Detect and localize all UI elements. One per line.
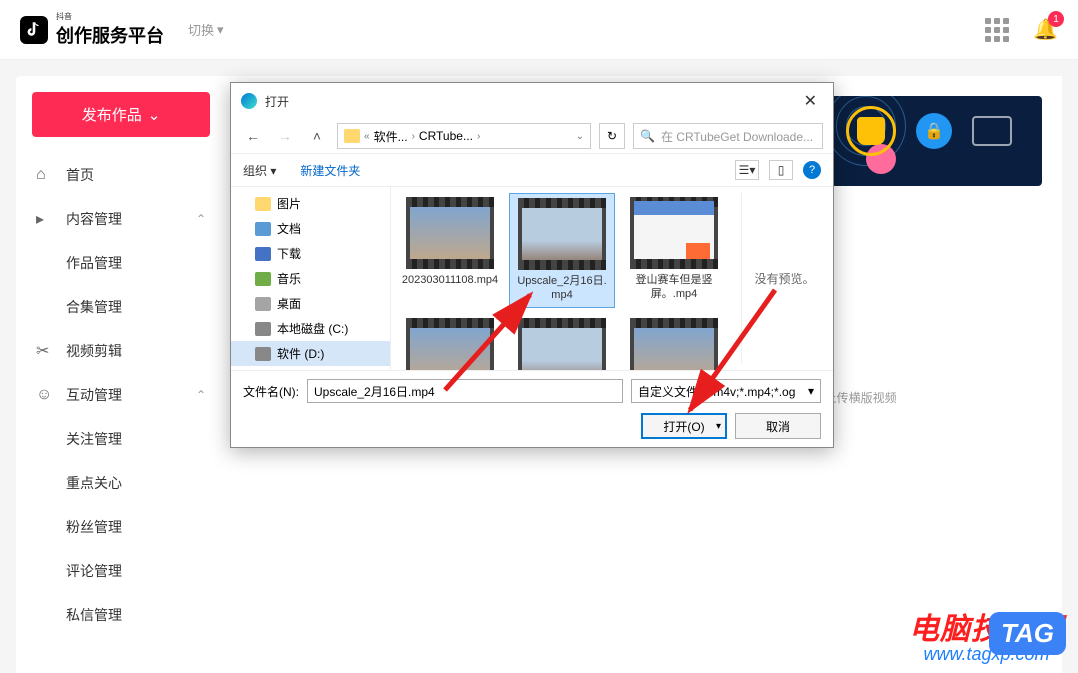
scissors-icon: ✂ [36,341,54,361]
tree-disk-c[interactable]: 本地磁盘 (C:) [231,316,390,341]
view-mode-button[interactable]: ☰▾ [735,160,759,180]
file-item-selected[interactable]: Upscale_2月16日.mp4 [509,193,615,308]
bell-icon[interactable]: 🔔1 [1033,17,1058,42]
folder-icon [344,129,360,143]
file-filter-select[interactable]: 自定义文件 (*.m4v;*.mp4;*.og [631,379,821,403]
folder-tree: 图片 文档 下载 音乐 桌面 本地磁盘 (C:) 软件 (D:) [231,187,391,370]
open-button[interactable]: 打开(O)▾ [641,413,727,439]
organize-menu[interactable]: 组织 ▾ [243,162,276,179]
dialog-toolbar: 组织 ▾ 新建文件夹 ☰▾ ▯ ? [231,154,833,187]
chevron-down-icon: ▾ [217,22,224,38]
chevron-up-icon: ⌃ [196,212,206,226]
path-breadcrumb[interactable]: « 软件... › CRTube... › ⌄ [337,123,591,149]
chevron-down-icon: ⌄ [148,106,161,124]
forward-arrow-icon[interactable]: → [273,124,297,148]
file-item[interactable]: 202303011108.mp4 [397,193,503,308]
close-icon[interactable]: ✕ [798,91,823,111]
tree-documents[interactable]: 文档 [231,216,390,241]
sidebar-item-fans[interactable]: 粉丝管理 [16,505,226,549]
sidebar-item-dm[interactable]: 私信管理 [16,593,226,637]
tree-disk-d[interactable]: 软件 (D:) [231,341,390,366]
sidebar-item-focus[interactable]: 重点关心 [16,461,226,505]
top-header: 抖音 创作服务平台 切换 ▾ 🔔1 [0,0,1078,60]
file-item[interactable]: 登山赛车但是竖屏。.mp4 [621,193,727,308]
tree-downloads[interactable]: 下载 [231,241,390,266]
help-icon[interactable]: ? [803,161,821,179]
play-square-icon: ▸ [36,209,54,229]
file-item[interactable] [397,314,503,370]
cancel-button[interactable]: 取消 [735,413,821,439]
dialog-title: 打开 [265,93,289,110]
new-folder-button[interactable]: 新建文件夹 [300,162,360,179]
sidebar-item-interact[interactable]: ☺ 互动管理 ⌃ [16,373,226,417]
chevron-up-icon: ⌃ [196,388,206,402]
chat-icon: ☺ [36,386,54,404]
tree-music[interactable]: 音乐 [231,266,390,291]
sidebar-item-videocut[interactable]: ✂ 视频剪辑 [16,329,226,373]
sidebar-item-content[interactable]: ▸ 内容管理 ⌃ [16,197,226,241]
back-arrow-icon[interactable]: ← [241,124,265,148]
sidebar-item-follow[interactable]: 关注管理 [16,417,226,461]
home-icon: ⌂ [36,166,54,184]
apps-grid-icon[interactable] [985,18,1009,42]
tree-pictures[interactable]: 图片 [231,191,390,216]
publish-button[interactable]: 发布作品 ⌄ [32,92,210,137]
dialog-titlebar: 打开 ✕ [231,83,833,119]
tree-desktop[interactable]: 桌面 [231,291,390,316]
file-item[interactable] [621,314,727,370]
search-icon: 🔍 [640,129,655,143]
preview-pane: 没有预览。 [741,193,827,364]
file-item[interactable] [509,314,615,370]
watermark: 电脑技术网 www.tagxp.com TAG [909,604,1064,665]
envelope-icon [972,116,1012,146]
logo-title: 创作服务平台 [56,22,164,48]
dialog-nav: ← → ˄ « 软件... › CRTube... › ⌄ ↻ 🔍 在 CRTu… [231,119,833,154]
refresh-button[interactable]: ↻ [599,123,625,149]
filename-input[interactable] [307,379,623,403]
up-arrow-icon[interactable]: ˄ [305,124,329,148]
lock-icon: 🔒 [916,113,952,149]
sidebar-item-home[interactable]: ⌂ 首页 [16,153,226,197]
sidebar-item-works[interactable]: 作品管理 [16,241,226,285]
preview-pane-button[interactable]: ▯ [769,160,793,180]
douyin-logo-icon [20,16,48,44]
tag-badge: TAG [989,612,1066,655]
sidebar-item-comment[interactable]: 评论管理 [16,549,226,593]
logo-subtitle: 抖音 [56,11,164,22]
trophy-icon [846,106,896,156]
notification-badge: 1 [1048,11,1064,27]
sidebar-item-collections[interactable]: 合集管理 [16,285,226,329]
file-grid: 202303011108.mp4 Upscale_2月16日.mp4 登山赛车但… [397,193,737,364]
search-input[interactable]: 🔍 在 CRTubeGet Downloade... [633,123,823,149]
edge-browser-icon [241,93,257,109]
filename-label: 文件名(N): [243,383,299,400]
sidebar: 发布作品 ⌄ ⌂ 首页 ▸ 内容管理 ⌃ 作品管理 合集管理 ✂ 视频剪辑 ☺ … [16,76,226,673]
file-open-dialog: 打开 ✕ ← → ˄ « 软件... › CRTube... › ⌄ ↻ 🔍 在… [230,82,834,448]
logo-area: 抖音 创作服务平台 切换 ▾ [20,11,224,48]
switch-link[interactable]: 切换 ▾ [188,20,224,39]
